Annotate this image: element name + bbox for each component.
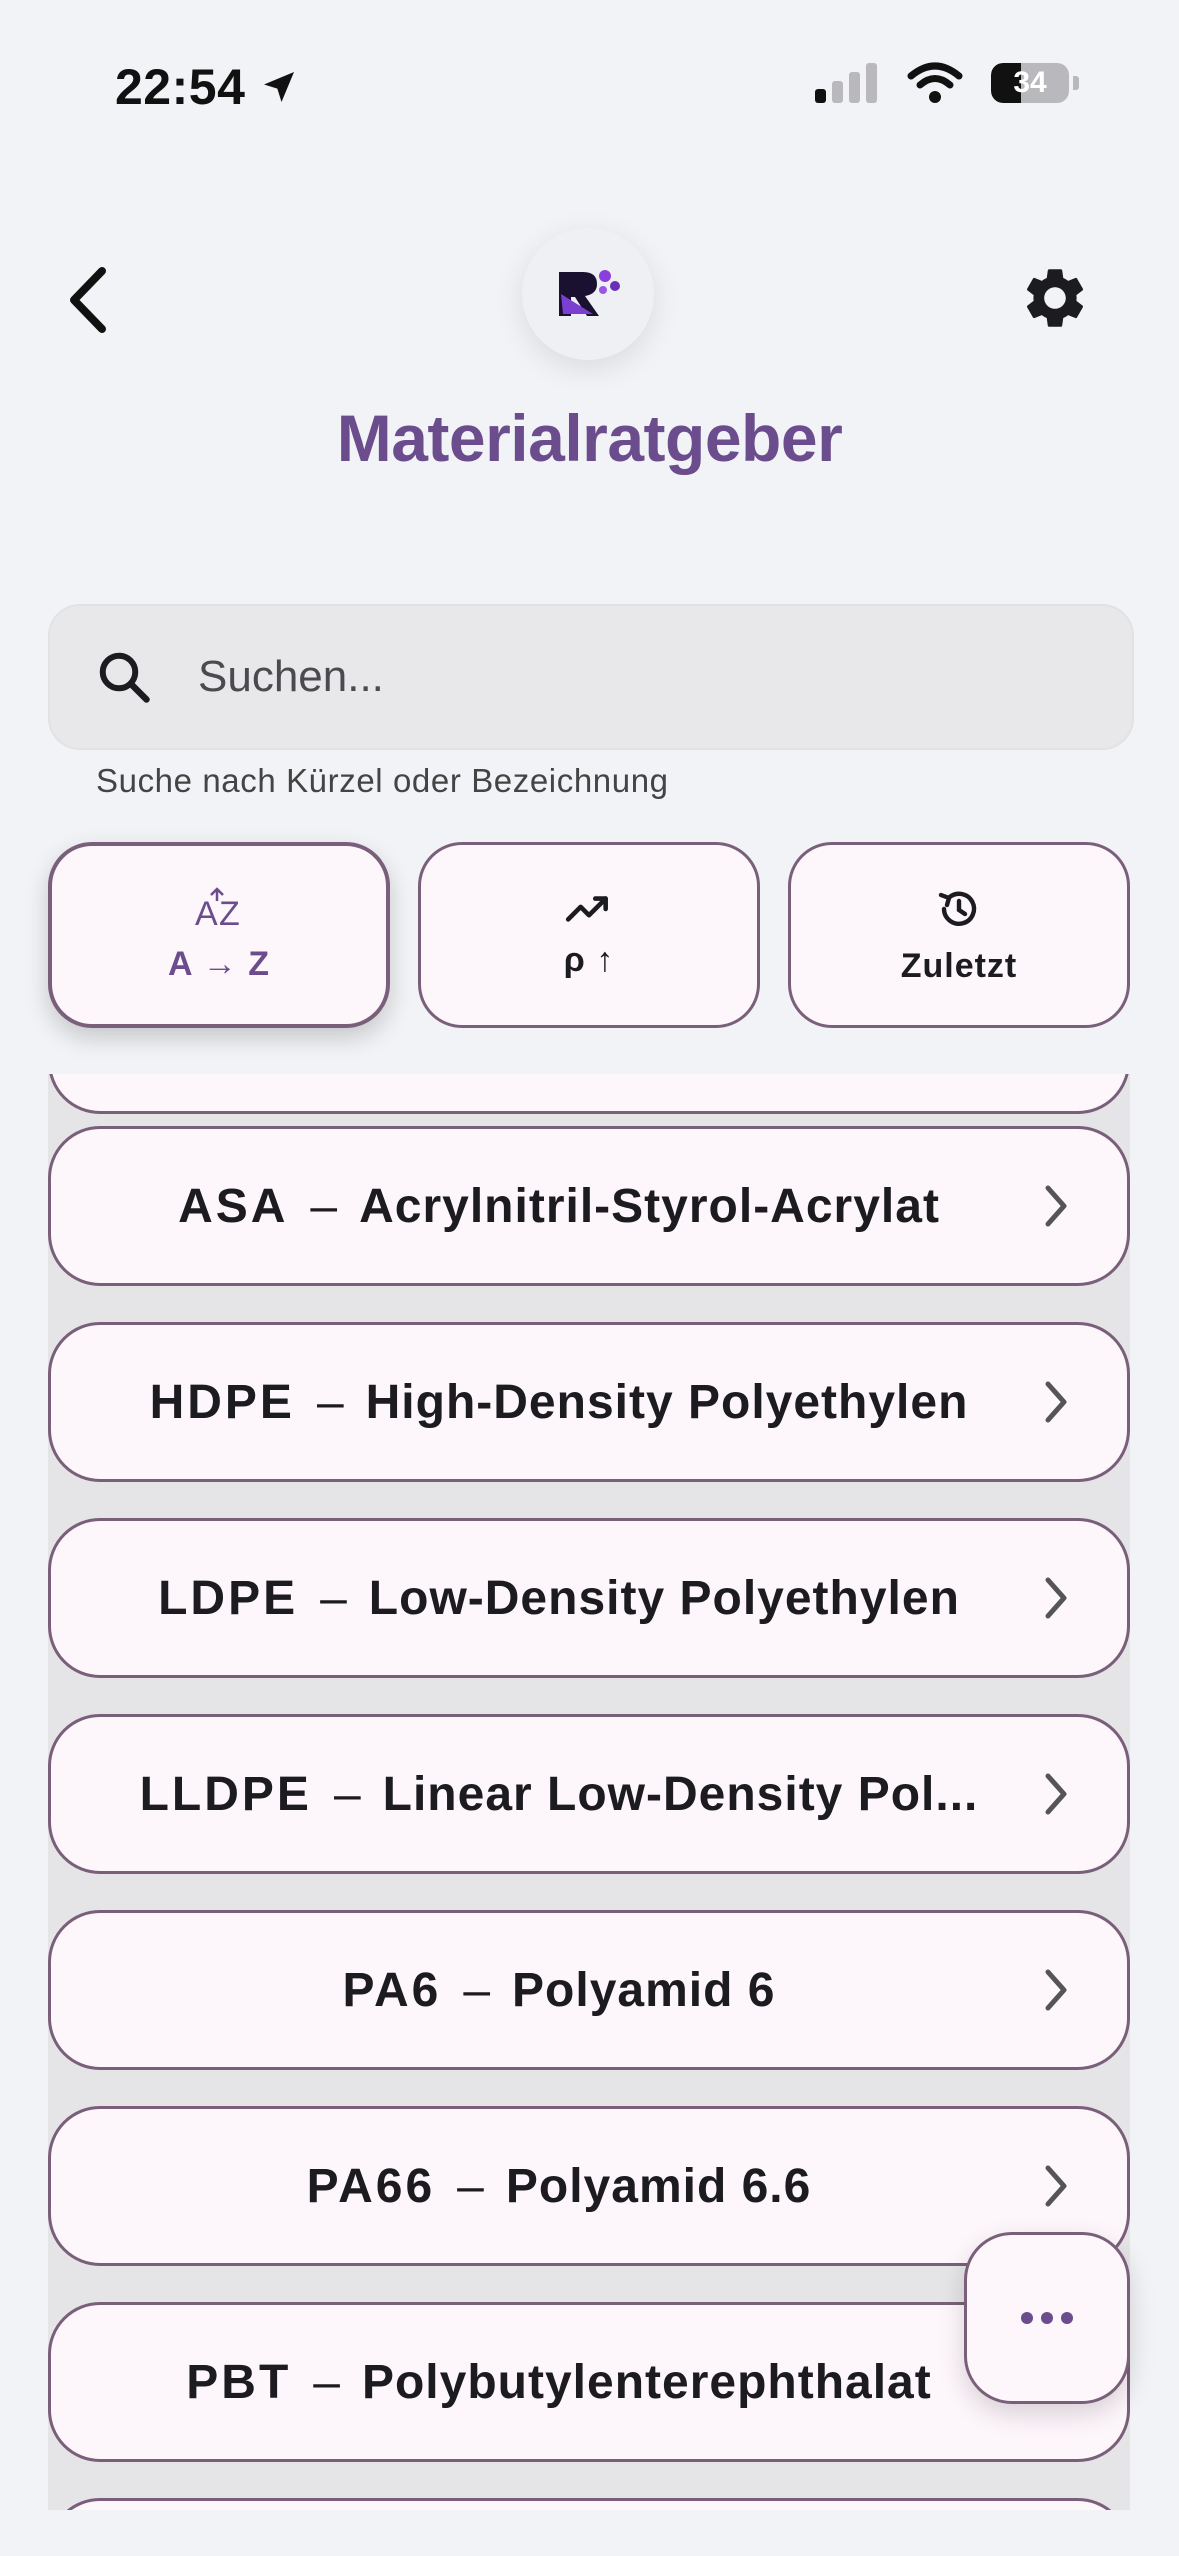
status-time-text: 22:54 xyxy=(115,59,246,115)
chevron-right-icon xyxy=(1045,1185,1067,1227)
battery-indicator: 34 xyxy=(991,63,1069,103)
settings-button[interactable] xyxy=(1019,262,1091,334)
app-logo xyxy=(522,228,654,360)
list-item[interactable]: LDPE – Low-Density Polyethylen xyxy=(48,1518,1130,1678)
search-bar[interactable] xyxy=(48,604,1134,750)
sort-recent-button[interactable]: Zuletzt xyxy=(788,842,1130,1028)
sort-recent-label: Zuletzt xyxy=(900,946,1018,985)
status-time: 22:54 xyxy=(115,58,299,116)
app-logo-icon xyxy=(559,270,620,316)
search-icon xyxy=(99,652,150,703)
chevron-right-icon xyxy=(1045,2165,1067,2207)
search-hint: Suche nach Kürzel oder Bezeichnung xyxy=(96,762,669,799)
material-name: Low-Density Polyethylen xyxy=(368,1571,960,1625)
chevron-right-icon xyxy=(1045,1773,1067,1815)
sort-options: A Z A → Z ρ ↑ Zuletzt xyxy=(48,842,1130,1028)
material-name: Polybutylenterephthalat xyxy=(361,2355,932,2409)
more-options-button[interactable] xyxy=(964,2232,1130,2404)
material-name: Linear Low-Density Pol... xyxy=(382,1767,979,1821)
material-code: PBT xyxy=(186,2355,292,2409)
list-item[interactable]: LLDPE – Linear Low-Density Pol... xyxy=(48,1714,1130,1874)
list-item-partial-top[interactable] xyxy=(48,1074,1130,1114)
material-code: LLDPE xyxy=(139,1767,312,1821)
sort-alphabetical-button[interactable]: A Z A → Z xyxy=(48,842,390,1028)
material-code: PA6 xyxy=(342,1963,442,2017)
back-button[interactable] xyxy=(66,260,126,340)
history-icon xyxy=(938,891,977,926)
search-input[interactable] xyxy=(196,651,1000,703)
cellular-signal-icon xyxy=(815,63,877,103)
list-item[interactable]: PA66– Polyamid 6.6 xyxy=(48,2106,1130,2266)
status-indicators: 34 xyxy=(815,62,1079,104)
list-item[interactable]: HDPE – High-Density Polyethylen xyxy=(48,1322,1130,1482)
sort-density-label: ρ ↑ xyxy=(563,940,615,979)
svg-text:Z: Z xyxy=(219,895,240,931)
page-title: Materialratgeber xyxy=(336,401,843,475)
chevron-right-icon xyxy=(1045,1381,1067,1423)
material-code: PA66 xyxy=(306,2159,436,2213)
wifi-icon xyxy=(907,62,963,103)
material-name: Polyamid 6.6 xyxy=(505,2159,812,2213)
material-name: High-Density Polyethylen xyxy=(365,1375,969,1429)
battery-level: 34 xyxy=(1013,66,1047,99)
sort-density-button[interactable]: ρ ↑ xyxy=(418,842,760,1028)
chevron-right-icon xyxy=(1045,1969,1067,2011)
material-name: Polyamid 6 xyxy=(512,1963,776,2017)
location-arrow-icon xyxy=(264,72,295,102)
gear-icon xyxy=(1026,269,1084,327)
trending-up-icon xyxy=(565,895,608,922)
list-item[interactable]: PA6– Polyamid 6 xyxy=(48,1910,1130,2070)
material-code: ASA xyxy=(178,1179,289,1233)
more-horizontal-icon xyxy=(1021,2312,1073,2324)
material-code: LDPE xyxy=(158,1571,299,1625)
list-item[interactable]: ASA – Acrylnitril-Styrol-Acrylat xyxy=(48,1126,1130,1286)
chevron-left-icon xyxy=(70,267,106,333)
svg-text:A: A xyxy=(195,895,218,931)
sort-alpha-icon: A Z xyxy=(195,886,240,931)
chevron-right-icon xyxy=(1045,1577,1067,1619)
list-item-partial-bottom[interactable] xyxy=(48,2498,1130,2510)
material-name: Acrylnitril-Styrol-Acrylat xyxy=(359,1179,940,1233)
material-code: HDPE xyxy=(149,1375,295,1429)
sort-alphabetical-label: A → Z xyxy=(168,944,270,983)
battery-tip xyxy=(1073,76,1079,90)
